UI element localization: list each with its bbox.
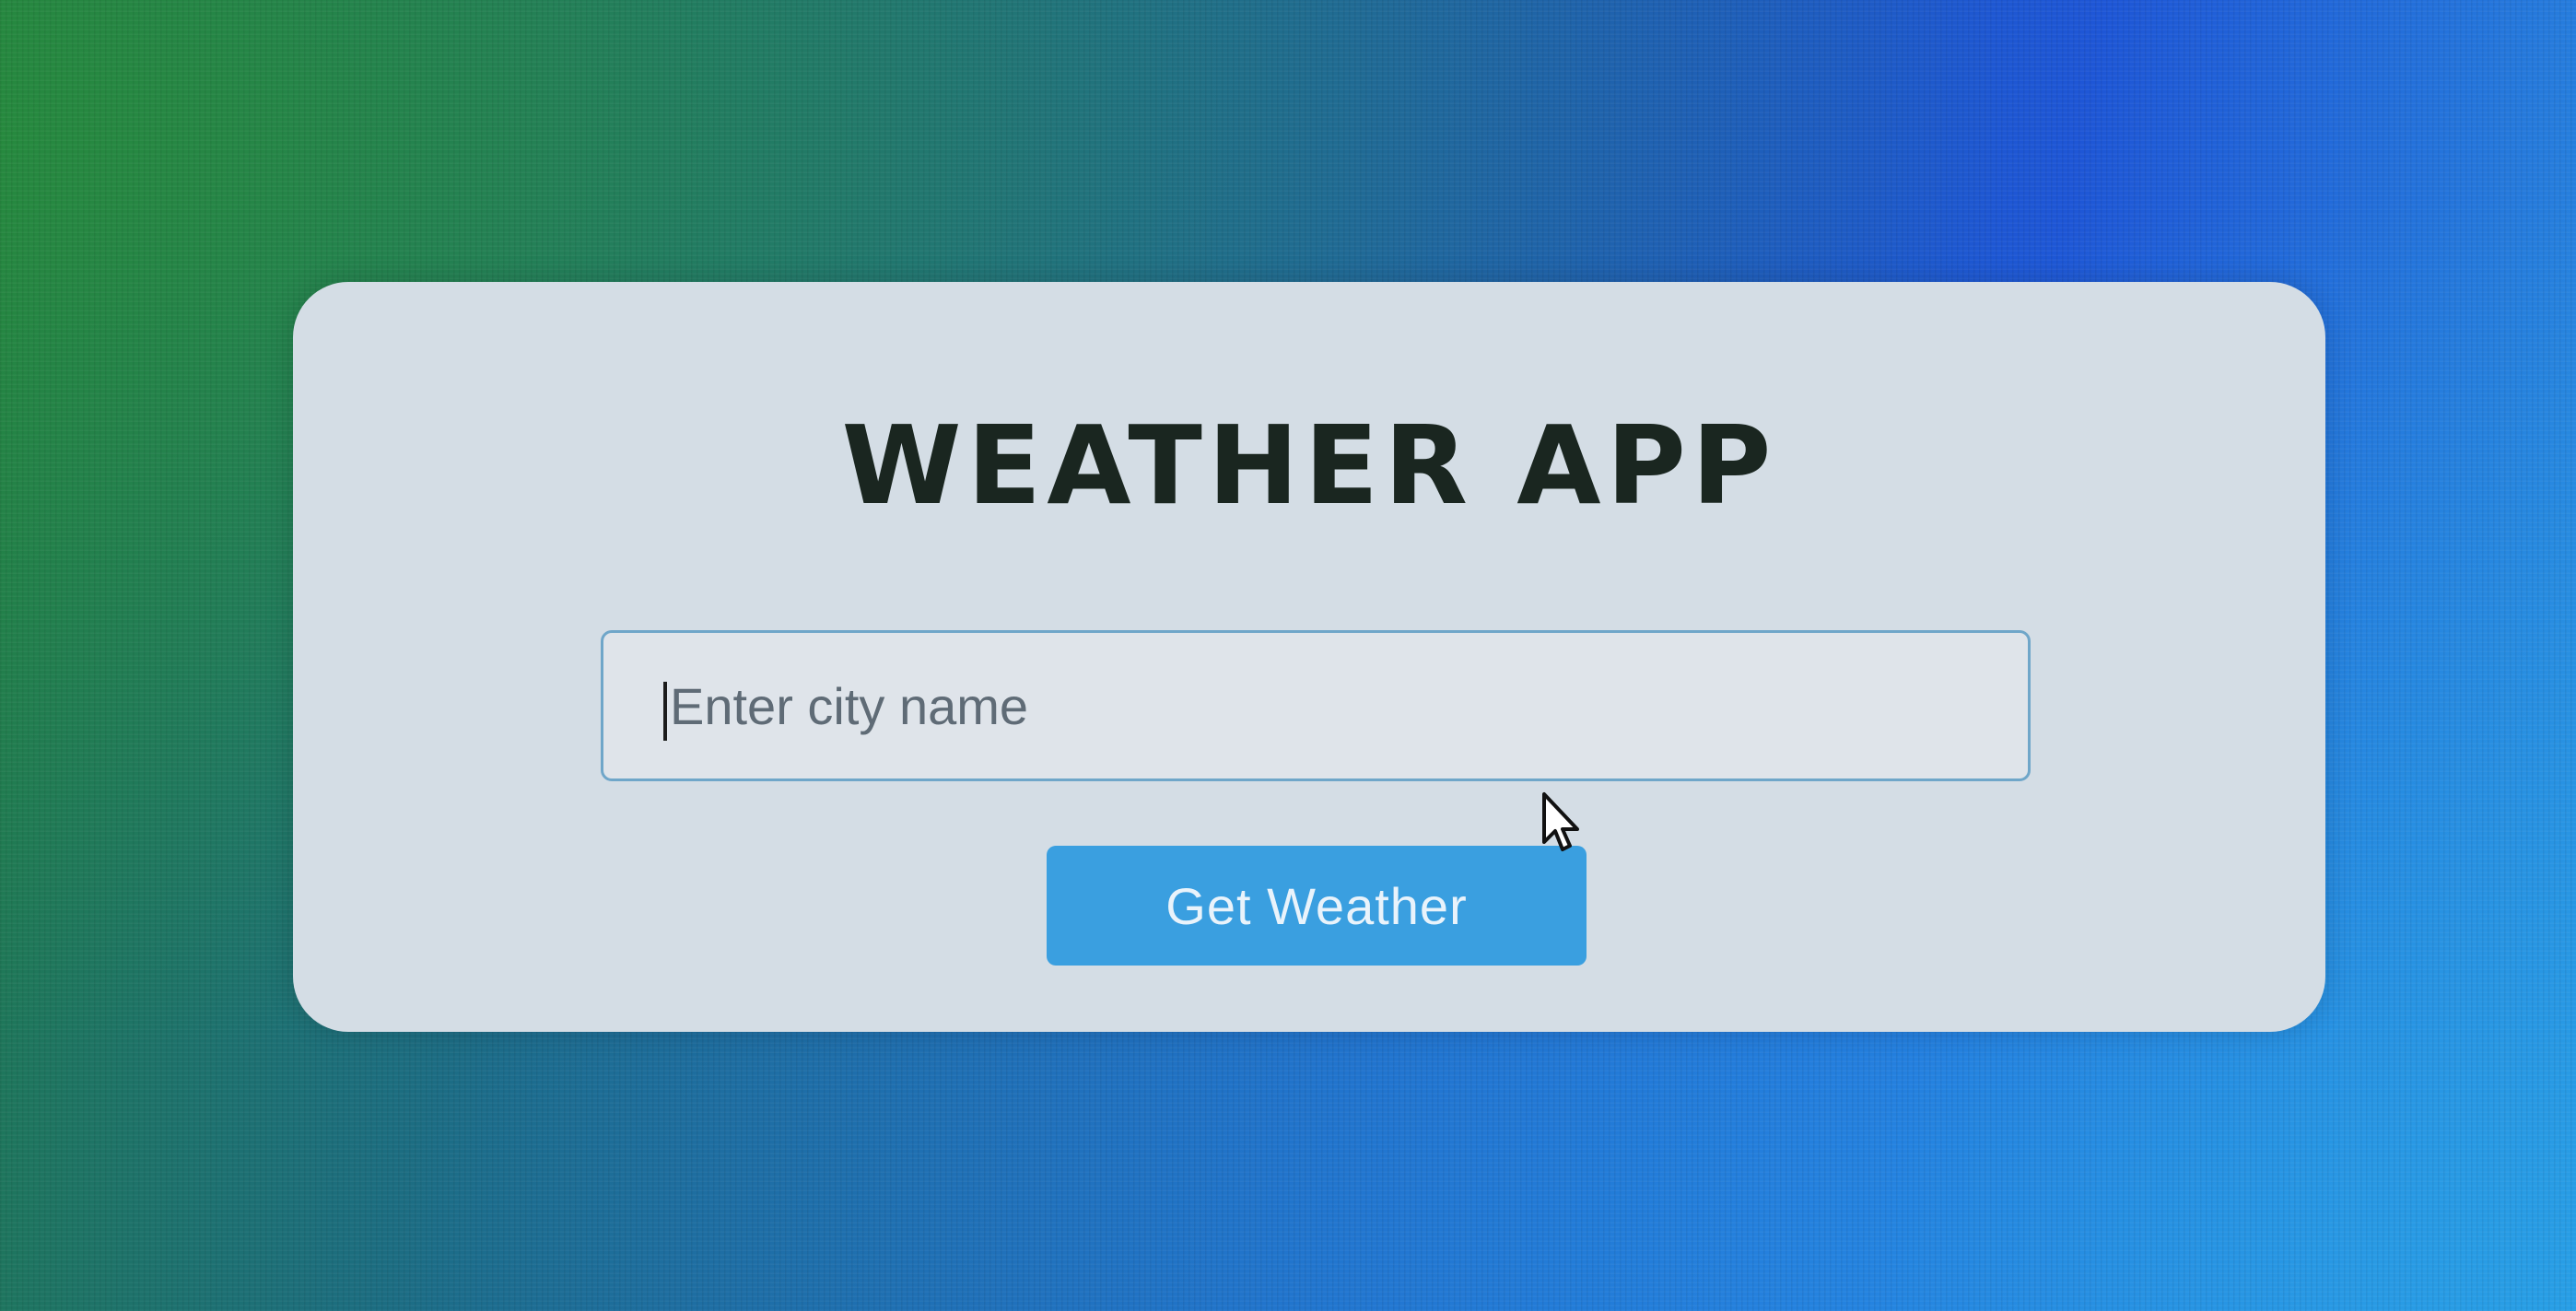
city-search-input[interactable]: [601, 630, 2031, 781]
mouse-pointer-icon: [1542, 792, 1579, 851]
text-caret: [663, 682, 667, 741]
app-title: WEATHER APP: [841, 402, 1777, 529]
get-weather-button[interactable]: Get Weather: [1047, 846, 1587, 966]
weather-card: WEATHER APP Get Weather: [293, 282, 2325, 1032]
